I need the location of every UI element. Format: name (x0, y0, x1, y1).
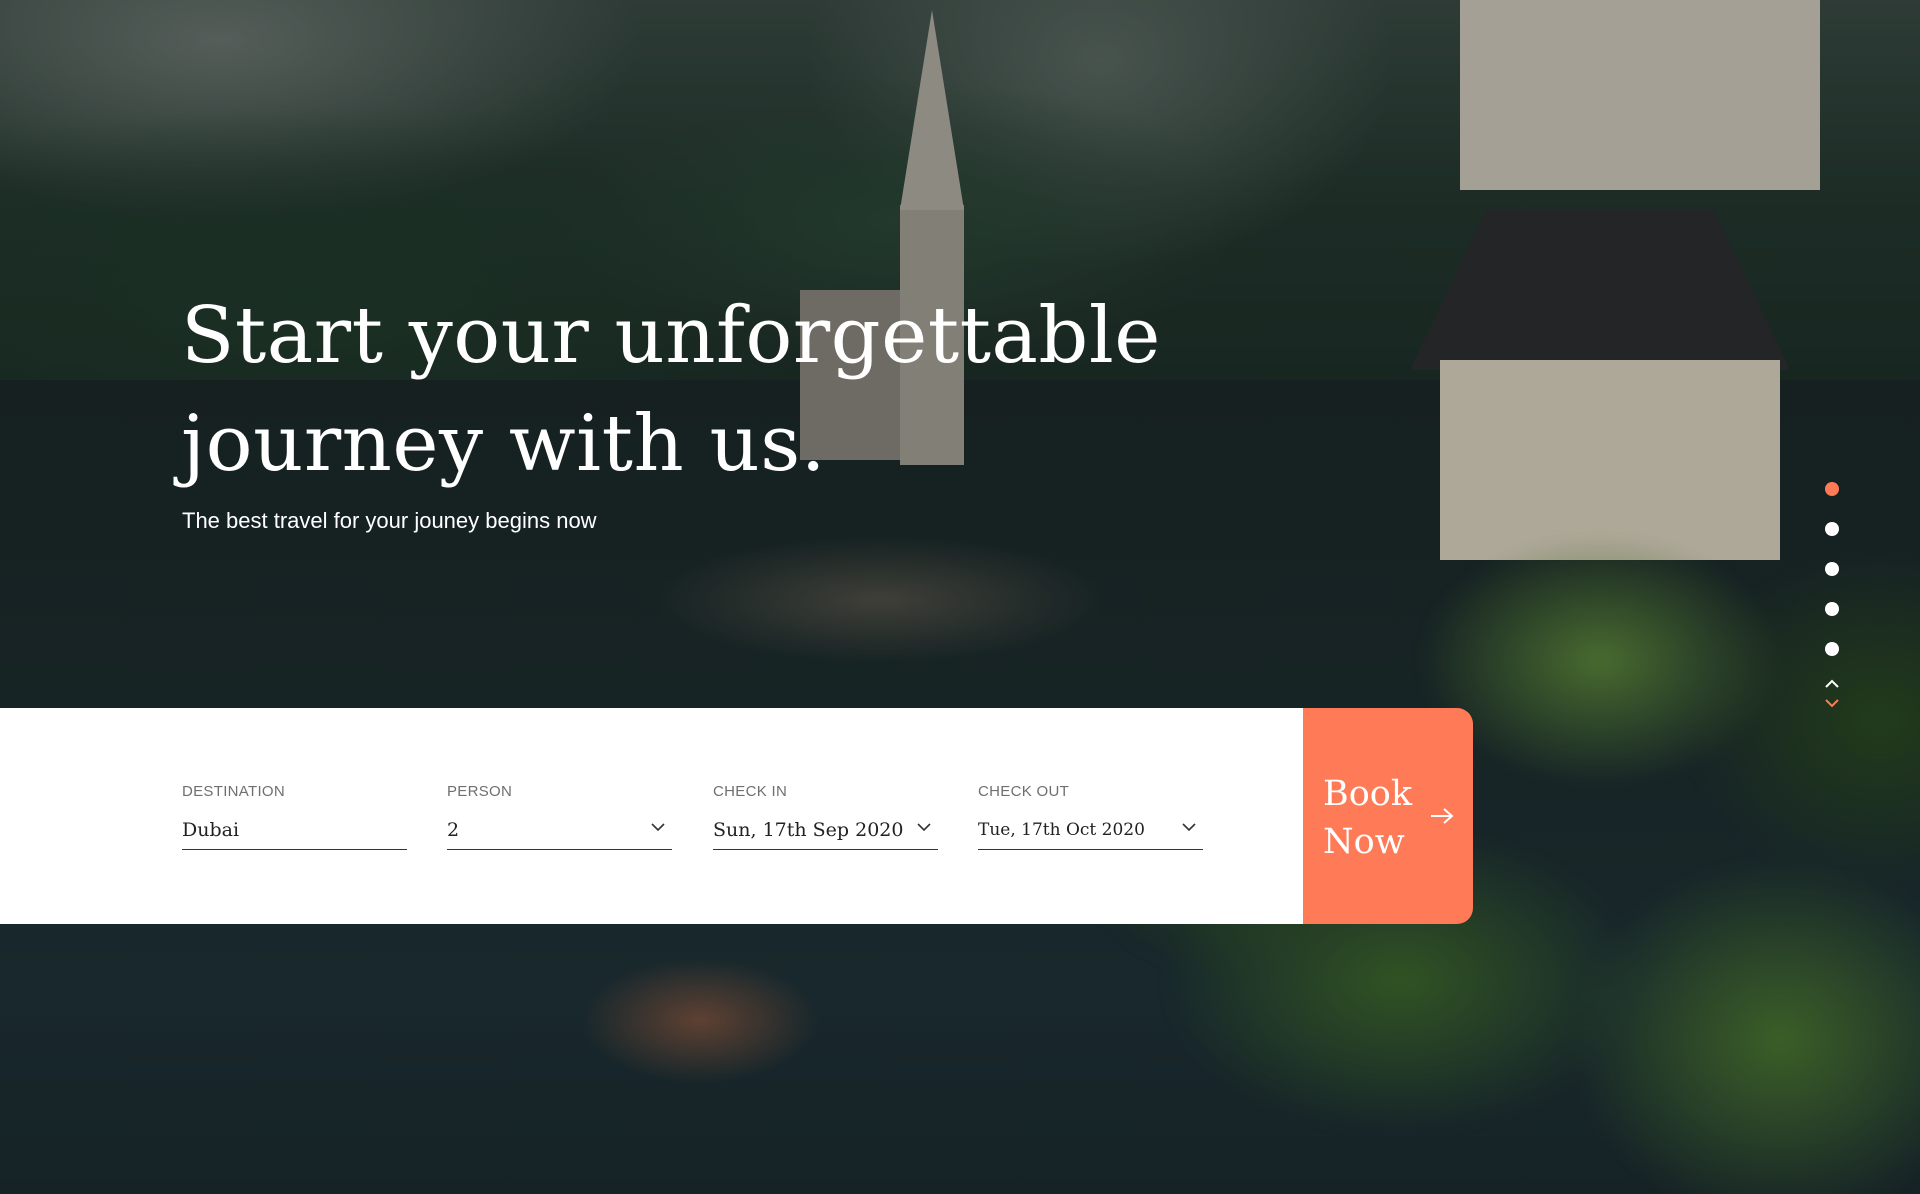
hero-title: Start your unforgettable journey with us… (181, 291, 1161, 489)
chevron-down-icon[interactable] (1824, 697, 1840, 711)
slider-pagination (1825, 482, 1841, 682)
destination-label: DESTINATION (182, 783, 286, 800)
booking-form: DESTINATION Dubai PERSON 2 CHECK IN Sun,… (0, 708, 1303, 924)
slider-dot-3[interactable] (1825, 562, 1839, 576)
slider-dot-5[interactable] (1825, 642, 1839, 656)
check-out-label: CHECK OUT (978, 783, 1070, 800)
book-now-label: Book Now (1323, 774, 1413, 862)
check-in-value: Sun, 17th Sep 2020 (713, 819, 904, 841)
chevron-down-icon[interactable] (650, 819, 666, 835)
destination-field[interactable]: DESTINATION Dubai (182, 783, 407, 850)
chevron-up-icon[interactable] (1824, 678, 1840, 692)
arrow-right-icon (1429, 806, 1455, 826)
person-value: 2 (447, 819, 460, 841)
hero-subtitle: The best travel for your jouney begins n… (182, 508, 597, 533)
destination-input[interactable]: Dubai (182, 815, 407, 850)
chevron-down-icon[interactable] (1181, 819, 1197, 835)
person-select[interactable]: 2 (447, 815, 672, 850)
book-now-button[interactable]: Book Now (1303, 708, 1473, 924)
check-in-field[interactable]: CHECK IN Sun, 17th Sep 2020 (713, 783, 938, 850)
check-out-field[interactable]: CHECK OUT Tue, 17th Oct 2020 (978, 783, 1203, 850)
check-out-value: Tue, 17th Oct 2020 (978, 820, 1145, 840)
hero-background-image (0, 0, 1920, 1194)
destination-value: Dubai (182, 819, 240, 841)
check-in-label: CHECK IN (713, 783, 788, 800)
slider-dot-2[interactable] (1825, 522, 1839, 536)
check-out-select[interactable]: Tue, 17th Oct 2020 (978, 815, 1203, 850)
person-field[interactable]: PERSON 2 (447, 783, 672, 850)
person-label: PERSON (447, 783, 513, 800)
slider-dot-1[interactable] (1825, 482, 1839, 496)
chevron-down-icon[interactable] (916, 819, 932, 835)
image-overlay (0, 0, 1920, 1194)
slider-dot-4[interactable] (1825, 602, 1839, 616)
check-in-select[interactable]: Sun, 17th Sep 2020 (713, 815, 938, 850)
